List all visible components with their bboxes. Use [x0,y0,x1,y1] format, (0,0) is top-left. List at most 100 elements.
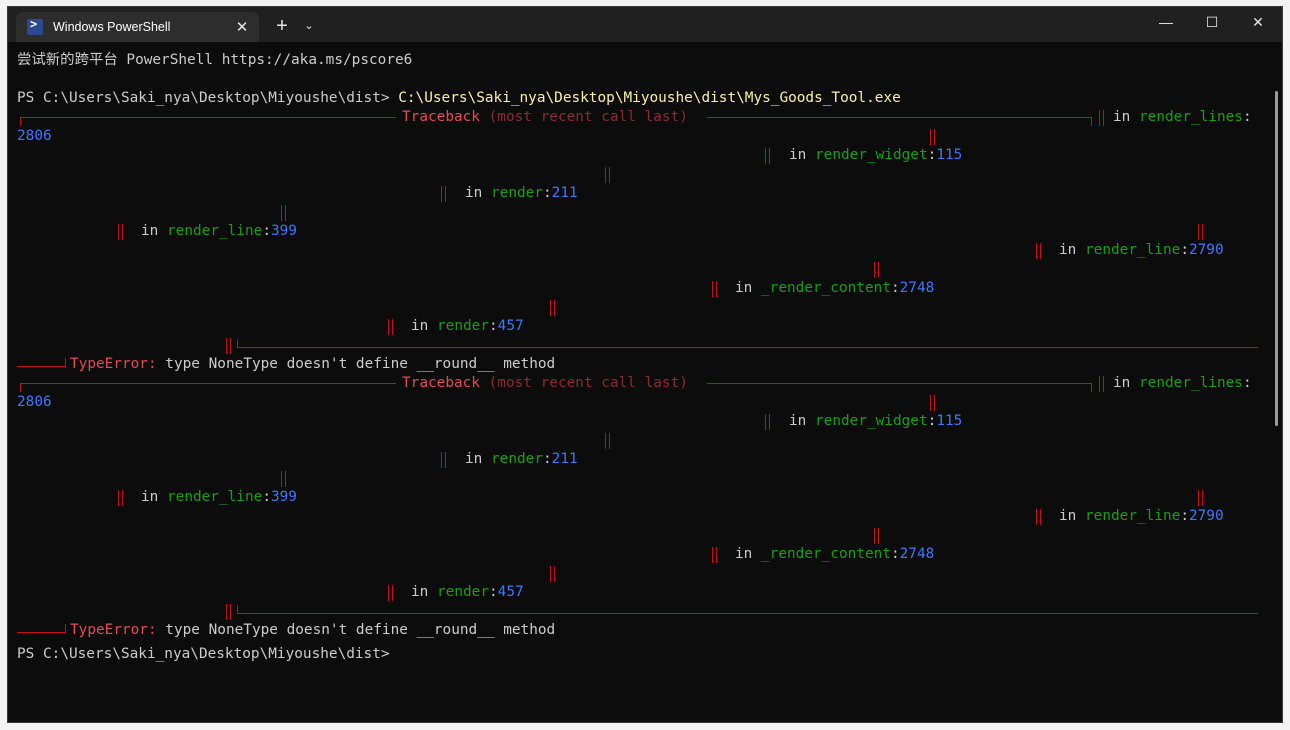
block-1-header-tick-right [1091,117,1092,126]
frame-in: in [1059,242,1085,258]
frame-in: in [465,451,491,467]
block-1-header-tick-left [20,117,21,126]
frame-separator [1036,243,1041,259]
frame-colon: : [927,413,937,429]
block-2-footer-tick [237,605,238,614]
frame-separator [765,148,770,164]
block-2-header-tick-left [20,383,21,392]
block-2-header-rule-right [707,383,1091,384]
frame-lineno: 399 [270,223,297,239]
block-1-error-tick [65,358,66,367]
block-1-footer-tick [237,339,238,348]
close-button[interactable]: ✕ [1235,7,1281,37]
frame-function: render [437,584,489,600]
frame-separator [1036,509,1041,525]
frame-function: render_widget [815,147,928,163]
tab-windows-powershell[interactable]: Windows PowerShell ✕ [16,12,259,42]
frame-function: _render_content [761,280,891,296]
scrollbar[interactable] [1275,91,1278,426]
new-tab-button[interactable]: + [268,14,296,38]
frame-function: render_lines [1139,375,1243,391]
frame-in: in [789,413,815,429]
frame-in: in [1113,109,1139,125]
frame-colon: : [1180,508,1189,524]
frame-lineno: 211 [551,451,578,467]
block-1-frame-0: in render_lines: [1113,108,1252,127]
block-1-frame-2: in render:211 [465,184,578,203]
block-1-frame-1: in render_widget:115 [789,146,962,165]
frame-separator [874,262,879,278]
block-1-footer-rule [237,347,1258,348]
frame-separator [712,547,717,563]
frame-colon: : [1180,242,1189,258]
traceback-label: Traceback [402,375,480,391]
frame-function: render [491,185,543,201]
block-2-header-tick-right [1091,383,1092,392]
frame-colon: : [1242,109,1252,125]
frame-separator [226,338,231,354]
frame-function: render_line [167,489,263,505]
frame-function: render_line [167,223,263,239]
frame-separator [1198,224,1203,240]
powershell-icon [27,17,43,35]
frame-separator [550,566,555,582]
frame-in: in [1059,508,1085,524]
frame-in: in [411,584,437,600]
block-1-error-rule [17,366,65,367]
frame-lineno: 211 [551,185,578,201]
frame-separator [1198,490,1203,506]
error-type: TypeError: [70,356,157,372]
frame-lineno: 2748 [899,546,935,562]
terminal-output[interactable]: 尝试新的跨平台 PowerShell https://aka.ms/pscore… [8,42,1282,722]
block-2-frame-3: in render_line:399 [141,488,297,507]
frame-colon: : [890,280,900,296]
block-2-error-tick [65,624,66,633]
tab-close-icon[interactable]: ✕ [229,18,255,36]
error-message: type NoneType doesn't define __round__ m… [156,622,556,638]
title-bar: Windows PowerShell ✕ + ⌄ — ☐ ✕ [8,7,1282,42]
block-1-frame-0-lineno: 2806 [17,128,52,144]
frame-function: render_widget [815,413,928,429]
block-2-frame-5: in _render_content:2748 [735,545,934,564]
block-2-error-line: TypeError: type NoneType doesn't define … [70,621,555,640]
frame-lineno: 399 [270,489,297,505]
frame-separator [930,129,935,145]
frame-separator [930,395,935,411]
command-line: PS C:\Users\Saki_nya\Desktop\Miyoushe\di… [17,89,901,108]
frame-in: in [789,147,815,163]
powershell-window: Windows PowerShell ✕ + ⌄ — ☐ ✕ 尝试新的跨平台 P… [7,6,1283,723]
frame-lineno: 115 [936,147,963,163]
block-1-header-rule-right [707,117,1091,118]
frame-lineno: 2790 [1188,242,1224,258]
frame-function: render [491,451,543,467]
frame-colon: : [542,185,552,201]
frame-colon: : [262,489,271,505]
block-1-frame-6: in render:457 [411,317,524,336]
frame-separator [550,300,555,316]
frame-function: render_line [1085,242,1181,258]
frame-in: in [735,546,761,562]
frame-separator [118,224,123,240]
maximize-button[interactable]: ☐ [1189,7,1235,37]
frame-colon: : [488,584,498,600]
frame-separator [605,167,610,183]
final-prompt: PS C:\Users\Saki_nya\Desktop\Miyoushe\di… [17,646,390,662]
chevron-down-icon[interactable]: ⌄ [300,14,318,38]
minimize-button[interactable]: — [1143,7,1189,37]
frame-lineno: 2790 [1188,508,1224,524]
frame-function: render_line [1085,508,1181,524]
frame-separator [226,604,231,620]
frame-separator [874,528,879,544]
frame-in: in [735,280,761,296]
frame-separator [441,452,446,468]
frame-colon: : [542,451,552,467]
block-2-header-rule-left [20,383,396,384]
frame-separator [1099,110,1104,126]
frame-in: in [465,185,491,201]
frame-lineno: 2748 [899,280,935,296]
frame-separator [765,414,770,430]
frame-colon: : [488,318,498,334]
traceback-subtitle: (most recent call last) [479,109,688,125]
frame-separator [441,186,446,202]
frame-colon: : [927,147,937,163]
